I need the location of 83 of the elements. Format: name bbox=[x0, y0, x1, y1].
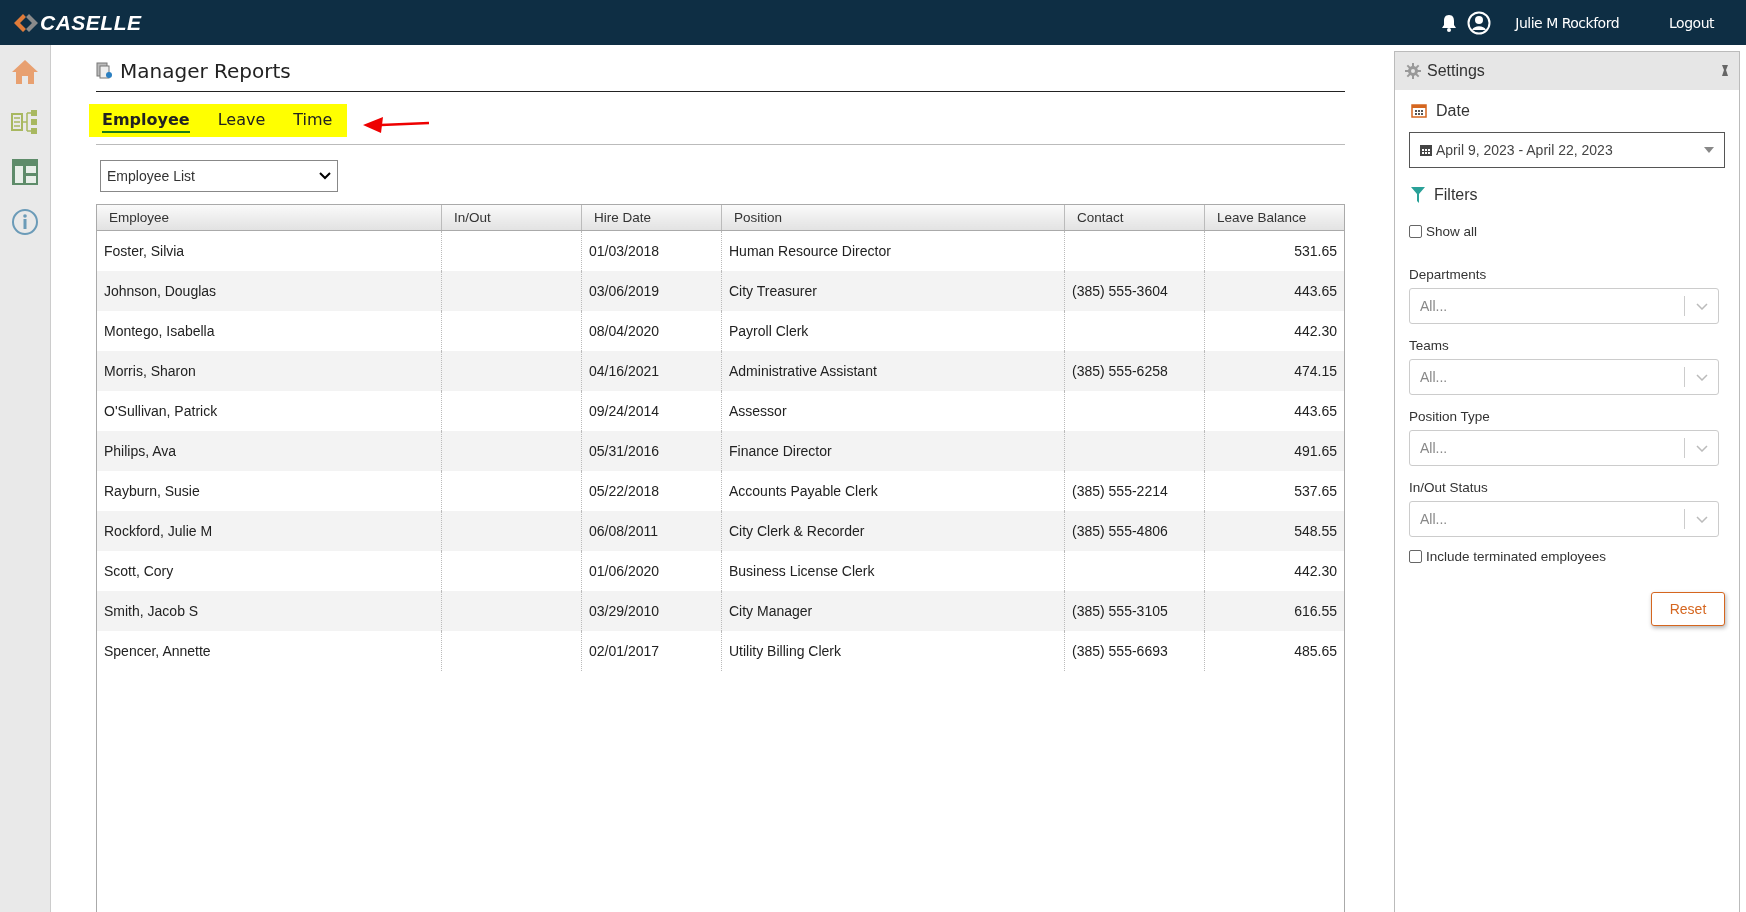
bell-icon[interactable] bbox=[1441, 13, 1458, 32]
column-header[interactable]: Position bbox=[721, 205, 1065, 231]
table-cell: Utility Billing Clerk bbox=[721, 631, 1065, 671]
chevron-down-icon bbox=[1696, 444, 1708, 452]
table-cell: Rockford, Julie M bbox=[97, 511, 442, 551]
table-cell: 485.65 bbox=[1204, 631, 1344, 671]
checkbox[interactable] bbox=[1409, 550, 1422, 563]
dropdown-field[interactable]: All... bbox=[1409, 430, 1719, 466]
table-cell: (385) 555-4806 bbox=[1064, 511, 1205, 551]
tab[interactable]: Time bbox=[293, 108, 333, 133]
caret-icon bbox=[1704, 147, 1714, 153]
funnel-icon bbox=[1411, 187, 1425, 203]
report-icon bbox=[96, 62, 114, 80]
logo-text: CASELLE bbox=[40, 10, 142, 35]
chevron-down-icon bbox=[319, 172, 331, 180]
info-icon[interactable] bbox=[11, 208, 39, 236]
date-heading: Date bbox=[1436, 102, 1470, 120]
checkbox[interactable] bbox=[1409, 225, 1422, 238]
layout-icon[interactable] bbox=[11, 158, 39, 186]
logout-link[interactable]: Logout bbox=[1669, 14, 1714, 31]
table-cell: 442.30 bbox=[1204, 551, 1344, 591]
report-select[interactable]: Employee List bbox=[100, 160, 338, 192]
logo-icon bbox=[14, 13, 38, 32]
table-cell: Johnson, Douglas bbox=[97, 271, 442, 311]
reset-button[interactable]: Reset bbox=[1651, 592, 1725, 626]
table-cell: (385) 555-6258 bbox=[1064, 351, 1205, 391]
dropdown-field[interactable]: All... bbox=[1409, 288, 1719, 324]
field-label: Departments bbox=[1409, 267, 1488, 282]
table-cell: (385) 555-3604 bbox=[1064, 271, 1205, 311]
page-title: Manager Reports bbox=[120, 59, 291, 83]
table-cell: 443.65 bbox=[1204, 391, 1344, 431]
table-cell: 04/16/2021 bbox=[581, 351, 722, 391]
user-name[interactable]: Julie M Rockford bbox=[1515, 14, 1620, 31]
table-cell: Administrative Assistant bbox=[721, 351, 1065, 391]
table-cell: 05/31/2016 bbox=[581, 431, 722, 471]
table-cell: 531.65 bbox=[1204, 230, 1344, 271]
table-cell: City Clerk & Recorder bbox=[721, 511, 1065, 551]
table-cell: Philips, Ava bbox=[97, 431, 442, 471]
tab[interactable]: Employee bbox=[102, 108, 190, 133]
column-header[interactable]: In/Out bbox=[441, 205, 582, 231]
checkbox-label[interactable]: Include terminated employees bbox=[1426, 549, 1607, 564]
settings-title: Settings bbox=[1427, 62, 1485, 80]
column-header[interactable]: Employee bbox=[97, 205, 442, 231]
column-header[interactable]: Hire Date bbox=[581, 205, 722, 231]
chevron-down-icon bbox=[1696, 373, 1708, 381]
table-cell: Spencer, Annette bbox=[97, 631, 442, 671]
table-cell: 474.15 bbox=[1204, 351, 1344, 391]
filters-heading: Filters bbox=[1434, 186, 1478, 204]
dropdown-field[interactable]: All... bbox=[1409, 359, 1719, 395]
chevron-down-icon bbox=[1696, 515, 1708, 523]
table-cell: Morris, Sharon bbox=[97, 351, 442, 391]
table-cell: Smith, Jacob S bbox=[97, 591, 442, 631]
arrow-drawing bbox=[361, 114, 432, 134]
column-header[interactable]: Leave Balance bbox=[1204, 205, 1344, 231]
field-label: Position Type bbox=[1409, 409, 1491, 424]
gear-icon bbox=[1405, 63, 1421, 79]
column-header[interactable]: Contact bbox=[1064, 205, 1205, 231]
field-label: Teams bbox=[1409, 338, 1450, 353]
table-cell: 442.30 bbox=[1204, 311, 1344, 351]
date-range-field[interactable]: April 9, 2023 - April 22, 2023 bbox=[1409, 132, 1725, 168]
table-cell: (385) 555-6693 bbox=[1064, 631, 1205, 671]
tab[interactable]: Leave bbox=[217, 108, 266, 133]
calendar-icon bbox=[1411, 104, 1427, 118]
dropdown-field[interactable]: All... bbox=[1409, 501, 1719, 537]
table-cell: 06/08/2011 bbox=[581, 511, 722, 551]
table-cell: Finance Director bbox=[721, 431, 1065, 471]
table-cell: 491.65 bbox=[1204, 431, 1344, 471]
chevron-down-icon bbox=[1696, 302, 1708, 310]
table-cell: City Treasurer bbox=[721, 271, 1065, 311]
table-cell: 03/29/2010 bbox=[581, 591, 722, 631]
table-cell: 443.65 bbox=[1204, 271, 1344, 311]
table-cell: City Manager bbox=[721, 591, 1065, 631]
pin-icon[interactable] bbox=[1721, 65, 1729, 77]
table-cell: 548.55 bbox=[1204, 511, 1344, 551]
table-cell: 02/01/2017 bbox=[581, 631, 722, 671]
user-avatar-icon[interactable] bbox=[1467, 10, 1492, 35]
field-label: In/Out Status bbox=[1409, 480, 1489, 495]
table-cell: 537.65 bbox=[1204, 471, 1344, 511]
table-cell: (385) 555-3105 bbox=[1064, 591, 1205, 631]
table-cell: 616.55 bbox=[1204, 591, 1344, 631]
checkbox-label[interactable]: Show all bbox=[1426, 224, 1478, 239]
calendar-icon bbox=[1420, 144, 1432, 156]
table-cell: 03/06/2019 bbox=[581, 271, 722, 311]
